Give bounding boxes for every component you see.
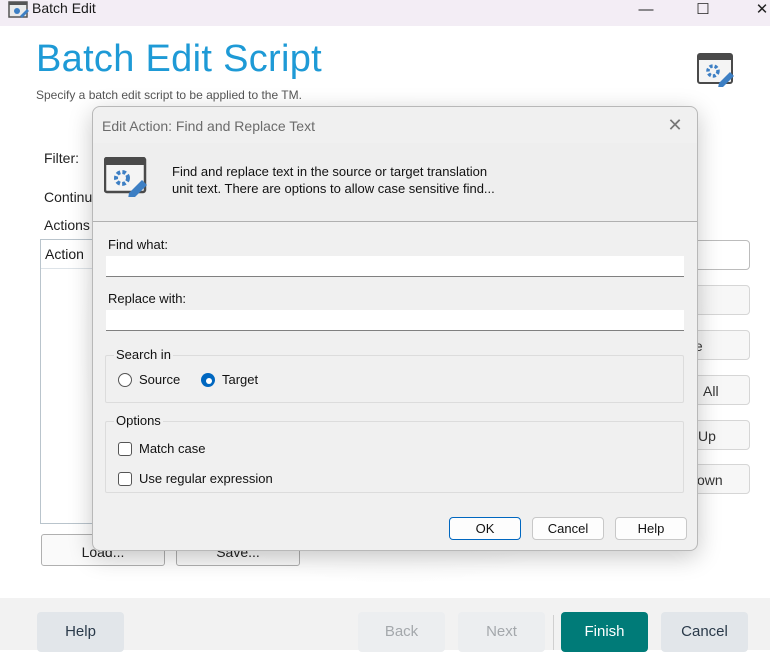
target-radio[interactable]: Target — [201, 372, 258, 387]
description-line-2: unit text. There are options to allow ca… — [172, 181, 495, 196]
batch-edit-icon — [697, 53, 734, 87]
search-in-legend: Search in — [114, 347, 173, 362]
find-what-label: Find what: — [108, 237, 168, 252]
replace-with-label: Replace with: — [108, 291, 187, 306]
checkbox-box[interactable] — [118, 471, 132, 486]
replace-with-input[interactable] — [106, 310, 684, 331]
dialog-cancel-button[interactable]: Cancel — [532, 517, 604, 540]
description-line-1: Find and replace text in the source or t… — [172, 164, 488, 179]
dialog-title: Edit Action: Find and Replace Text — [102, 118, 315, 134]
options-group: Options Match case Use regular expressio… — [105, 413, 684, 493]
source-radio[interactable]: Source — [118, 372, 180, 387]
radio-circle[interactable] — [118, 372, 132, 387]
options-legend: Options — [114, 413, 163, 428]
dialog-header: Find and replace text in the source or t… — [93, 143, 697, 222]
target-radio-label: Target — [222, 372, 259, 387]
match-case-checkbox[interactable]: Match case — [118, 441, 205, 456]
regex-label: Use regular expression — [139, 471, 273, 486]
page-title: Batch Edit Script — [36, 38, 322, 80]
back-button[interactable]: Back — [358, 612, 445, 652]
close-window-button[interactable]: ✕ — [742, 0, 770, 18]
window-title: Batch Edit — [32, 0, 96, 16]
find-what-input[interactable] — [106, 256, 684, 277]
finish-button[interactable]: Finish — [561, 612, 648, 652]
batch-edit-icon — [8, 1, 29, 18]
dialog-close-icon[interactable]: ✕ — [663, 115, 687, 135]
checkbox-box[interactable] — [118, 441, 132, 456]
dialog-help-button[interactable]: Help — [615, 517, 687, 540]
title-bar: Batch Edit — ☐ ✕ — [0, 0, 770, 26]
search-in-group: Search in Source Target — [105, 347, 684, 403]
dialog-description: Find and replace text in the source or t… — [172, 163, 495, 197]
edit-action-dialog: Edit Action: Find and Replace Text ✕ Fin… — [92, 106, 698, 551]
batch-edit-icon — [104, 157, 147, 197]
ok-button[interactable]: OK — [449, 517, 521, 540]
match-case-label: Match case — [139, 441, 206, 456]
radio-circle-selected[interactable] — [201, 372, 215, 387]
regex-checkbox[interactable]: Use regular expression — [118, 471, 273, 486]
minimize-button[interactable]: — — [626, 0, 666, 18]
maximize-button[interactable]: ☐ — [683, 0, 723, 18]
source-radio-label: Source — [139, 372, 181, 387]
footer-divider — [553, 615, 554, 650]
cancel-button[interactable]: Cancel — [661, 612, 748, 652]
next-button[interactable]: Next — [458, 612, 545, 652]
help-button[interactable]: Help — [37, 612, 124, 652]
